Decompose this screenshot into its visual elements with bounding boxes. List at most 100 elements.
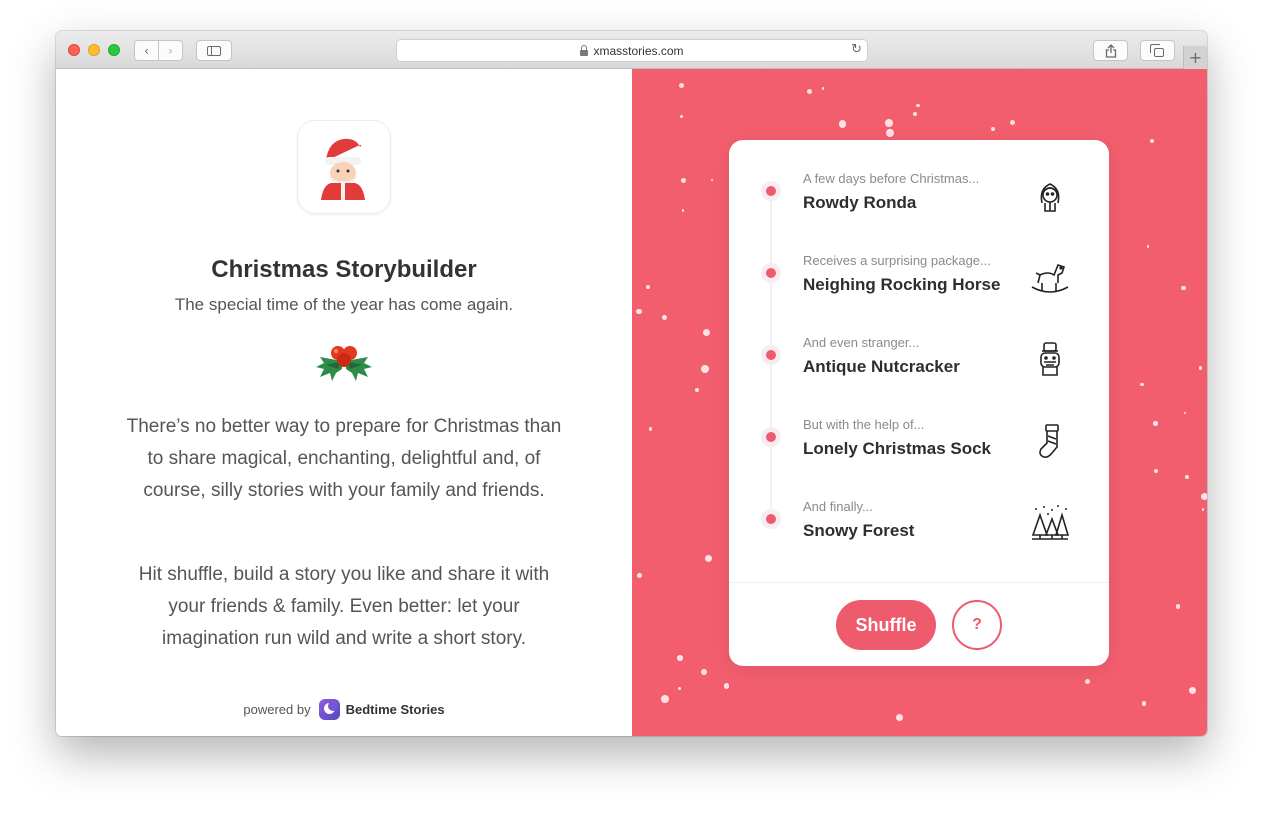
- plus-icon: +: [1188, 48, 1203, 67]
- holly-icon: [314, 339, 374, 388]
- snowflake: [645, 284, 650, 289]
- address-bar[interactable]: xmasstories.com ↻: [396, 39, 868, 62]
- snowflake: [1181, 285, 1186, 291]
- zoom-window-button[interactable]: [108, 44, 120, 56]
- powered-by-label: powered by: [243, 702, 311, 717]
- story-step: And finally... Snowy Forest: [729, 493, 1109, 553]
- snowflake: [681, 209, 685, 213]
- tab-overview-button[interactable]: [1140, 40, 1175, 61]
- story-card: A few days before Christmas... Rowdy Ron…: [729, 140, 1109, 666]
- url-text: xmasstories.com: [593, 43, 684, 58]
- chevron-right-icon: ›: [168, 43, 173, 58]
- chevron-left-icon: ‹: [144, 43, 149, 58]
- snowflake: [1152, 421, 1158, 426]
- snowflake: [1084, 679, 1090, 685]
- snowflake: [660, 695, 669, 704]
- browser-window: ‹ › xmasstories.com ↻ + Christmas Storyb…: [56, 31, 1207, 736]
- snowflake: [677, 686, 682, 691]
- forest-icon: [1031, 505, 1070, 540]
- snowflake: [679, 83, 685, 89]
- rocking-horse-icon: [1031, 264, 1069, 293]
- snowflake: [1140, 382, 1144, 387]
- story-prompt: A few days before Christmas...: [803, 171, 980, 186]
- page-title: Christmas Storybuilder: [211, 256, 477, 283]
- story-answer: Neighing Rocking Horse: [803, 275, 1001, 294]
- snowflake: [1141, 701, 1147, 706]
- story-step: Receives a surprising package... Neighin…: [729, 247, 1109, 307]
- snowflake: [723, 682, 730, 689]
- story-prompt: But with the help of...: [803, 417, 925, 432]
- stocking-icon: [1039, 424, 1059, 458]
- timeline-dot: [761, 427, 781, 447]
- snowflake: [1175, 604, 1181, 609]
- snowflake: [1201, 508, 1205, 512]
- story-answer: Lonely Christmas Sock: [803, 439, 992, 458]
- forward-button[interactable]: ›: [158, 40, 183, 61]
- snowflake: [916, 103, 920, 108]
- powered-by: powered by Bedtime Stories: [56, 699, 632, 720]
- story-prompt: And even stranger...: [803, 335, 920, 350]
- snowflake: [885, 119, 893, 128]
- story-answer: Antique Nutcracker: [803, 357, 960, 376]
- snowflake: [636, 573, 642, 579]
- snowflake: [806, 88, 813, 95]
- intro-paragraph: There’s no better way to prepare for Chr…: [126, 416, 562, 501]
- back-button[interactable]: ‹: [134, 40, 159, 61]
- instructions-paragraph: Hit shuffle, build a story you like and …: [138, 564, 550, 649]
- snowflake: [1201, 492, 1207, 500]
- snowflake: [1149, 138, 1155, 144]
- timeline-dot: [761, 509, 781, 529]
- snowflake: [661, 315, 667, 320]
- snowflake: [703, 329, 711, 337]
- bedtime-stories-logo[interactable]: [318, 699, 340, 720]
- snowflake: [648, 427, 653, 431]
- snowflake: [1183, 412, 1186, 415]
- close-window-button[interactable]: [68, 44, 80, 56]
- share-icon: [1105, 43, 1116, 58]
- minimize-window-button[interactable]: [88, 44, 100, 56]
- page-subtitle: The special time of the year has come ag…: [174, 295, 514, 314]
- snowflake: [705, 554, 713, 562]
- tabs-icon: [1150, 43, 1164, 57]
- card-divider: [729, 582, 1109, 583]
- story-step: But with the help of... Lonely Christmas…: [729, 411, 1109, 471]
- timeline-dot: [761, 181, 781, 201]
- lock-icon: [580, 44, 589, 56]
- girl-icon: [1040, 183, 1060, 212]
- story-answer: Rowdy Ronda: [803, 193, 917, 212]
- snowflake: [1184, 475, 1189, 480]
- snowflake: [680, 177, 686, 183]
- snowflake: [694, 387, 700, 393]
- bedtime-stories-link[interactable]: Bedtime Stories: [346, 702, 445, 717]
- snowflake: [990, 126, 996, 131]
- snowflake: [636, 308, 642, 315]
- shuffle-button[interactable]: Shuffle: [836, 600, 936, 650]
- snowflake: [838, 120, 846, 128]
- timeline-dot: [761, 263, 781, 283]
- story-step: And even stranger... Antique Nutcracker: [729, 329, 1109, 389]
- snowflake: [1188, 687, 1196, 695]
- snowflake: [822, 87, 825, 90]
- new-tab-button[interactable]: +: [1183, 46, 1207, 69]
- share-button[interactable]: [1093, 40, 1128, 61]
- sidebar-toggle-button[interactable]: [196, 40, 232, 61]
- story-answer: Snowy Forest: [803, 521, 915, 540]
- snowflake: [1198, 366, 1203, 370]
- snowflake: [1147, 245, 1150, 248]
- snowflake: [710, 178, 713, 181]
- reload-icon[interactable]: ↻: [851, 42, 862, 57]
- snowflake: [701, 365, 710, 374]
- story-prompt: And finally...: [803, 499, 873, 514]
- help-button[interactable]: ?: [952, 600, 1002, 650]
- snowflake: [679, 114, 683, 118]
- timeline-dot: [761, 345, 781, 365]
- snowflake: [701, 668, 708, 675]
- snowflake: [895, 714, 903, 722]
- browser-toolbar: ‹ › xmasstories.com ↻ +: [56, 31, 1207, 69]
- snowflake: [1010, 120, 1015, 126]
- santa-icon: [297, 120, 391, 214]
- snowflake: [912, 111, 917, 116]
- story-panel: A few days before Christmas... Rowdy Ron…: [632, 69, 1207, 736]
- intro-panel: Christmas Storybuilder The special time …: [56, 69, 632, 736]
- sidebar-icon: [207, 45, 221, 56]
